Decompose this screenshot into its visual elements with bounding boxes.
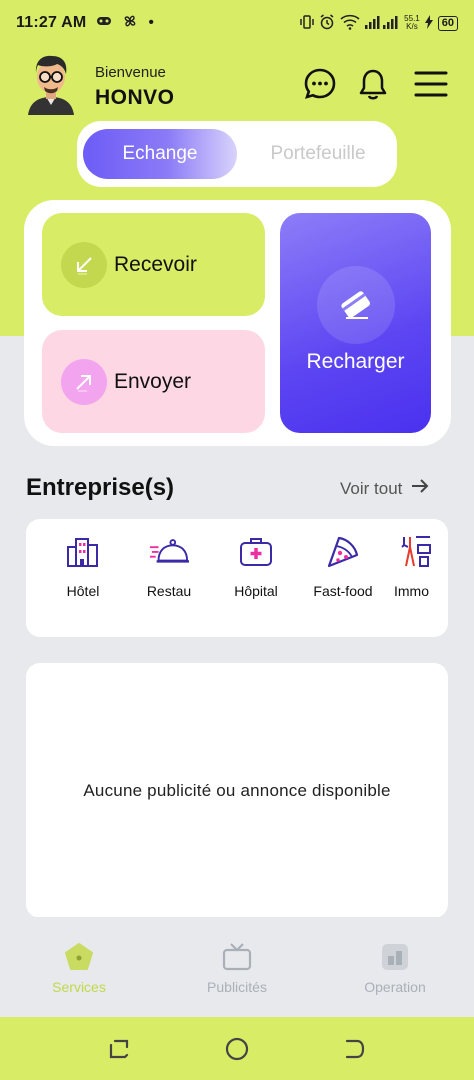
recents-icon[interactable] (107, 1037, 131, 1061)
back-icon[interactable] (343, 1037, 367, 1061)
fan-icon (122, 13, 138, 34)
mode-tabs: Echange Portefeuille (77, 121, 397, 187)
receive-button[interactable]: Recevoir (42, 213, 265, 316)
status-time: 11:27 AM (16, 14, 87, 31)
category-hotel[interactable]: Hôtel (43, 531, 123, 599)
tv-icon (221, 941, 253, 973)
receive-label: Recevoir (114, 252, 197, 276)
actions-card: Recevoir Envoyer Recharger (24, 200, 451, 446)
send-arrow-icon (61, 358, 107, 405)
category-restaurant[interactable]: Restau (129, 531, 209, 599)
receive-arrow-icon (61, 241, 107, 288)
arrow-right-icon (410, 478, 430, 499)
category-fastfood[interactable]: Fast-food (303, 531, 383, 599)
nav-label: Publicités (207, 979, 267, 995)
gamepad-icon (96, 14, 112, 32)
menu-icon[interactable] (413, 66, 449, 102)
greeting-label: Bienvenue (95, 64, 166, 81)
wifi-icon (340, 14, 360, 33)
speed-unit: K/s (406, 22, 418, 31)
category-real-estate[interactable]: Immo (382, 531, 442, 599)
operation-icon (379, 941, 411, 973)
restaurant-icon (149, 531, 189, 571)
enterprises-title: Entreprise(s) (26, 474, 175, 501)
recharge-label: Recharger (306, 350, 405, 373)
category-label: Hôpital (234, 583, 278, 599)
bell-icon[interactable] (355, 66, 391, 102)
tab-echange[interactable]: Echange (83, 129, 237, 179)
chat-icon[interactable] (302, 66, 338, 102)
home-icon[interactable] (225, 1037, 249, 1061)
send-button[interactable]: Envoyer (42, 330, 265, 433)
bottom-navigation: Services Publicités Operation (0, 917, 474, 1017)
alarm-icon (319, 13, 335, 33)
notification-dot: • (148, 14, 154, 31)
enterprise-categories: Hôtel Restau Hôpital Fast-food Immo (26, 519, 448, 637)
category-label: Immo (394, 583, 429, 599)
see-all-link[interactable]: Voir tout (340, 478, 430, 499)
recharge-button[interactable]: Recharger (280, 213, 431, 433)
see-all-label: Voir tout (340, 478, 403, 498)
status-notification-icons: • (96, 13, 154, 34)
card-icon (316, 266, 395, 344)
avatar[interactable] (24, 53, 78, 115)
nav-operation[interactable]: Operation (335, 941, 455, 995)
nav-label: Operation (364, 979, 426, 995)
hotel-icon (63, 531, 103, 571)
category-hospital[interactable]: Hôpital (216, 531, 296, 599)
network-speed: 55.1 K/s (404, 15, 420, 31)
status-bar: 11:27 AM • 55.1 K/s 60 (0, 0, 474, 46)
category-label: Fast-food (313, 583, 373, 599)
nav-label: Services (52, 979, 106, 995)
battery-indicator: 60 (437, 15, 458, 31)
send-label: Envoyer (114, 369, 192, 393)
services-icon (63, 941, 95, 973)
ads-panel: Aucune publicité ou annonce disponible (26, 663, 448, 918)
system-navigation-bar (0, 1017, 474, 1080)
category-label: Hôtel (66, 583, 100, 599)
charging-icon (424, 14, 433, 32)
empty-ads-message: Aucune publicité ou annonce disponible (83, 780, 391, 800)
pizza-icon (323, 531, 363, 571)
category-label: Restau (146, 583, 192, 599)
real-estate-icon (396, 531, 436, 571)
username: HONVO (95, 86, 175, 109)
status-system-icons: 55.1 K/s 60 (300, 13, 458, 33)
hospital-icon (236, 531, 276, 571)
signal-icon (365, 15, 399, 32)
nav-publicites[interactable]: Publicités (177, 941, 297, 995)
app-header: Bienvenue HONVO (0, 50, 474, 120)
nav-services[interactable]: Services (19, 941, 139, 995)
vibrate-icon (300, 14, 314, 33)
tab-portefeuille[interactable]: Portefeuille (243, 129, 393, 179)
